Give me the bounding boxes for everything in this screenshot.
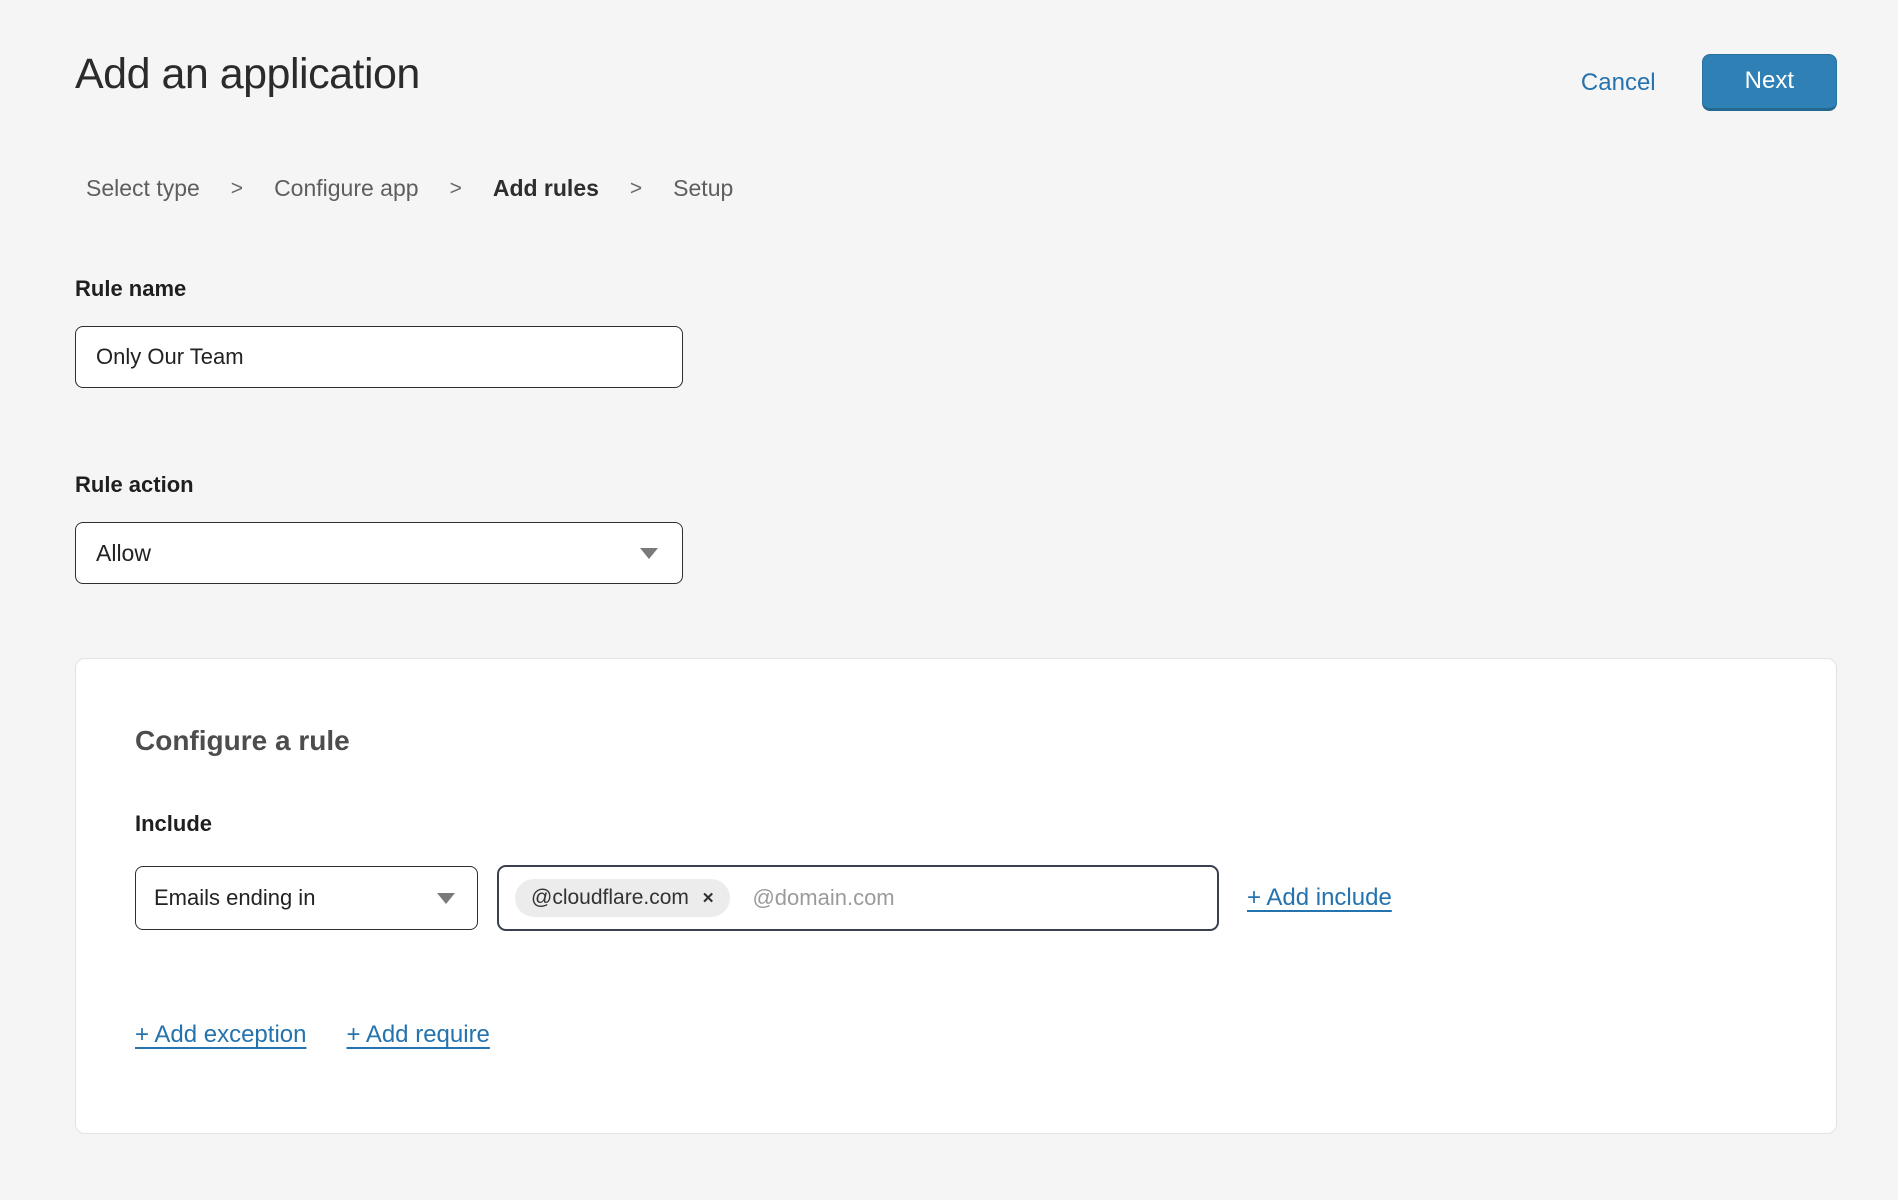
breadcrumb-step-setup: Setup: [673, 175, 733, 202]
email-domain-chip-label: @cloudflare.com: [531, 886, 689, 910]
remove-tag-icon[interactable]: ✕: [702, 891, 715, 906]
add-exception-link[interactable]: + Add exception: [135, 1021, 306, 1049]
rule-action-field: Rule action Allow: [75, 472, 1898, 584]
rule-card-title: Configure a rule: [135, 725, 1777, 757]
breadcrumb-separator: >: [450, 177, 462, 201]
chevron-down-icon: [437, 893, 455, 904]
rule-action-label: Rule action: [75, 472, 1898, 498]
breadcrumb-step-add-rules: Add rules: [493, 175, 599, 202]
breadcrumb-step-select-type: Select type: [86, 175, 200, 202]
page-header: Add an application Cancel Next: [0, 0, 1898, 111]
chevron-down-icon: [640, 548, 658, 559]
cancel-button[interactable]: Cancel: [1581, 69, 1656, 97]
rule-action-select[interactable]: Allow: [75, 522, 683, 584]
breadcrumb-separator: >: [231, 177, 243, 201]
email-domain-chip: @cloudflare.com ✕: [515, 879, 730, 917]
include-type-selected-value: Emails ending in: [154, 885, 315, 911]
add-require-link[interactable]: + Add require: [346, 1021, 489, 1049]
include-type-select[interactable]: Emails ending in: [135, 866, 478, 930]
header-actions: Cancel Next: [1581, 54, 1837, 111]
breadcrumb-step-configure-app: Configure app: [274, 175, 419, 202]
email-domains-tag-input[interactable]: @cloudflare.com ✕: [497, 865, 1219, 931]
rule-action-selected-value: Allow: [96, 540, 151, 567]
rule-name-input[interactable]: [75, 326, 683, 388]
include-label: Include: [135, 811, 1777, 837]
breadcrumb-separator: >: [630, 177, 642, 201]
include-row: Emails ending in @cloudflare.com ✕ + Add…: [135, 865, 1777, 931]
add-include-link[interactable]: + Add include: [1247, 884, 1392, 912]
page-title: Add an application: [75, 50, 420, 99]
breadcrumb: Select type > Configure app > Add rules …: [86, 175, 1898, 202]
add-application-page: Add an application Cancel Next Select ty…: [0, 0, 1898, 1134]
rule-name-label: Rule name: [75, 276, 1898, 302]
rule-name-field: Rule name: [75, 276, 1898, 388]
card-links-row: + Add exception + Add require: [135, 1021, 1777, 1049]
configure-rule-card: Configure a rule Include Emails ending i…: [75, 658, 1837, 1134]
email-domain-input[interactable]: [750, 884, 1201, 912]
next-button[interactable]: Next: [1702, 54, 1837, 111]
